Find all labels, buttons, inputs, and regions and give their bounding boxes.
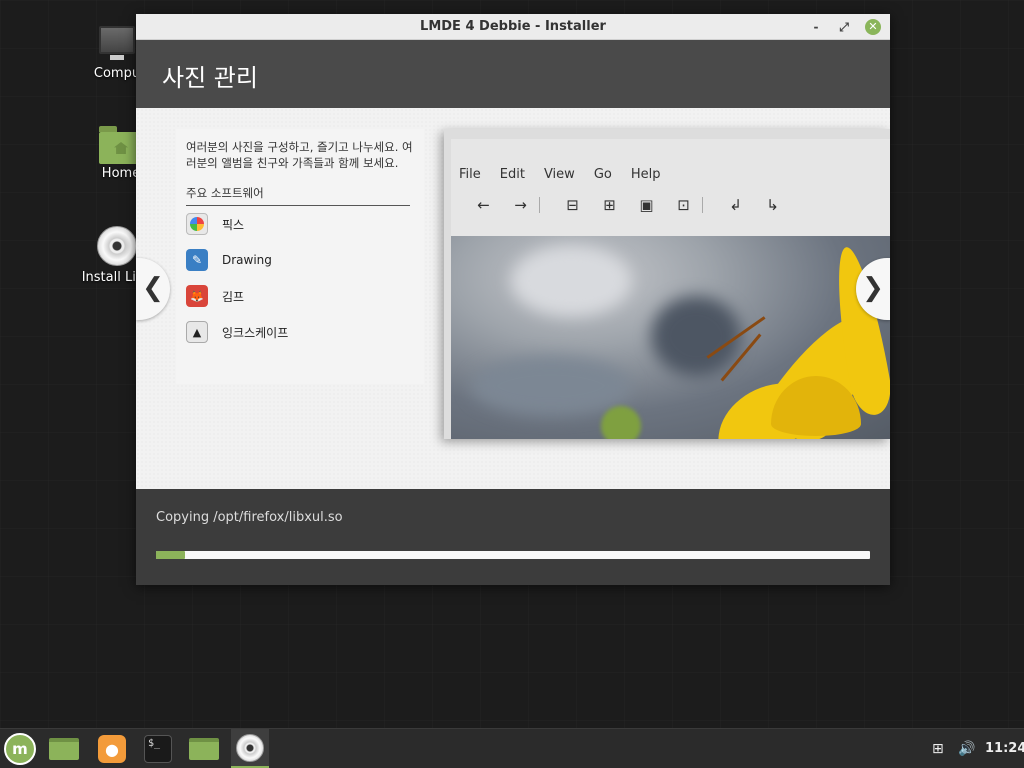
forward-arrow-icon: → [514,196,527,214]
files-icon [189,738,219,760]
back-arrow-icon: ← [477,196,490,214]
rotate-left-icon: ↲ [729,196,742,214]
window-titlebar[interactable]: LMDE 4 Debbie - Installer ‐ ⤢ ✕ [136,14,890,40]
screenshot-toolbar: ← → ⊟ ⊞ ▣ ⊡ ↲ ↳ [451,182,890,214]
firefox-icon: ● [98,735,126,763]
drawing-icon: ✎ [186,249,208,271]
software-item: 🦊 김프 [186,278,414,314]
software-item: ▲ 잉크스케이프 [186,314,414,350]
network-icon[interactable]: ⊞ [932,729,944,768]
disc-icon [97,226,137,266]
computer-icon [97,26,137,62]
firefox-launcher[interactable]: ● [96,733,128,765]
show-desktop-button[interactable] [48,733,80,765]
lily-photo [451,236,890,439]
progress-status: Copying /opt/firefox/libxul.so [156,510,343,525]
progress-area: Copying /opt/firefox/libxul.so [136,489,890,585]
description-panel: 여러분의 사진을 구성하고, 즐기고 나누세요. 여러분의 앨범을 친구와 가족… [176,129,424,384]
slide-title: 사진 관리 [162,64,258,92]
software-name: 픽스 [222,217,245,232]
installer-window: LMDE 4 Debbie - Installer ‐ ⤢ ✕ 사진 관리 여러… [136,14,890,585]
inkscape-icon: ▲ [186,321,208,343]
files-launcher[interactable] [188,733,220,765]
slide-description: 여러분의 사진을 구성하고, 즐기고 나누세요. 여러분의 앨범을 친구와 가족… [186,140,413,170]
menu-view: View [543,167,575,182]
rotate-right-icon: ↳ [766,196,779,214]
terminal-launcher[interactable]: $_ [142,733,174,765]
slide-header: 사진 관리 [136,40,890,108]
installer-disc-icon [236,733,264,762]
minimize-button[interactable]: ‐ [808,19,824,35]
menu-help: Help [630,167,661,182]
terminal-icon: $_ [144,735,172,763]
volume-icon[interactable]: 🔊 [958,729,975,768]
gimp-icon: 🦊 [186,285,208,307]
installer-taskbar-button[interactable] [231,729,269,768]
previous-slide-button[interactable]: ❮ [136,258,170,320]
zoom-out-icon: ⊟ [566,196,579,214]
progress-bar [156,551,870,559]
progress-fill [156,551,185,559]
show-desktop-icon [49,738,79,760]
slide-content: 여러분의 사진을 구성하고, 즐기고 나누세요. 여러분의 앨범을 친구와 가족… [136,108,890,489]
app-screenshot: File Edit View Go Help ← → ⊟ ⊞ ▣ ⊡ ↲ ↳ [444,129,890,439]
software-name: 김프 [222,289,245,304]
menu-file: File [459,167,481,182]
window-title: LMDE 4 Debbie - Installer [420,19,606,34]
maximize-button[interactable]: ⤢ [836,19,852,35]
clock[interactable]: 11:24 [985,729,1024,768]
pix-icon [186,213,208,235]
software-heading: 주요 소프트웨어 [186,185,410,206]
zoom-in-icon: ⊞ [603,196,616,214]
zoom-fit-icon: ⊡ [677,196,690,214]
zoom-normal-icon: ▣ [639,196,654,214]
mint-menu-icon[interactable]: m [4,733,36,765]
software-item: 픽스 [186,206,414,242]
software-name: Drawing [222,253,272,267]
menu-edit: Edit [499,167,525,182]
taskbar: m ● $_ ⊞ 🔊 11:24 [0,728,1024,768]
screenshot-menubar: File Edit View Go Help [451,139,890,182]
software-name: 잉크스케이프 [222,325,289,340]
menu-go: Go [593,167,612,182]
software-item: ✎ Drawing [186,242,414,278]
close-button[interactable]: ✕ [865,19,881,35]
